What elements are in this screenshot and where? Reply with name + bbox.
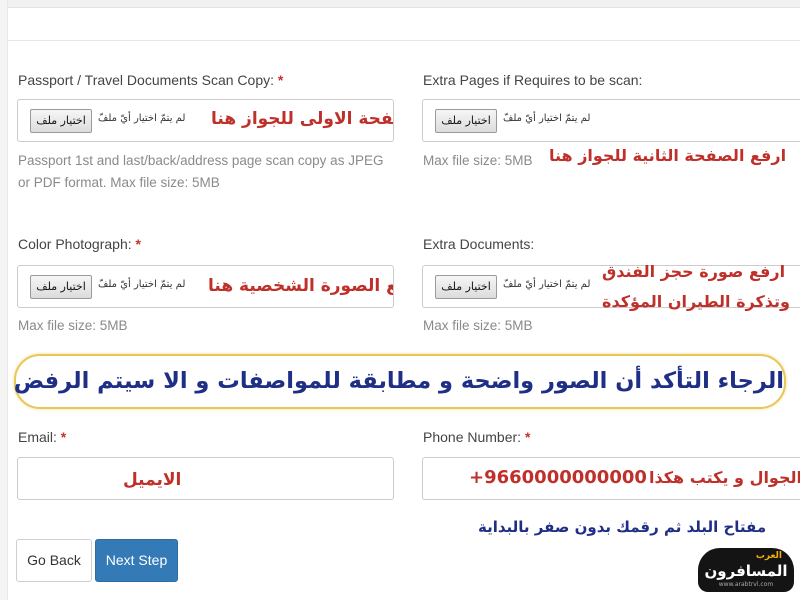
required-marker: * — [135, 236, 141, 252]
go-back-button[interactable]: Go Back — [16, 539, 92, 582]
extra-pages-no-file-text: لم يتمّ اختيار أيّ ملفّ — [503, 113, 591, 124]
phone-arabic-hint: مفتاح البلد ثم رقمك بدون صفر بالبداية — [478, 518, 767, 536]
extra-pages-label-text: Extra Pages if Requires to be scan: — [423, 72, 643, 88]
watermark-url-text: www.arabtrvl.com — [718, 581, 774, 588]
passport-help-text: Passport 1st and last/back/address page … — [18, 150, 383, 194]
passport-label: Passport / Travel Documents Scan Copy: * — [18, 72, 283, 88]
extra-docs-help-text: Max file size: 5MB — [423, 318, 533, 333]
passport-arabic-note: ارفع الصفحة الاولى للجواز هنا — [211, 109, 394, 129]
passport-help-line-2: or PDF format. Max file size: 5MB — [18, 175, 220, 190]
passport-file-input[interactable]: اختيار ملف لم يتمّ اختيار أيّ ملفّ ارفع … — [17, 99, 394, 142]
watermark-main-text: المسافرون — [704, 562, 788, 580]
extra-pages-help-text: Max file size: 5MB — [423, 153, 533, 168]
email-label-text: Email: — [18, 429, 57, 445]
photo-arabic-note: ارفع الصورة الشخصية هنا — [208, 276, 393, 296]
passport-choose-file-button[interactable]: اختيار ملف — [30, 109, 92, 133]
photo-help-text: Max file size: 5MB — [18, 318, 128, 333]
photo-file-input[interactable]: اختيار ملف لم يتمّ اختيار أيّ ملفّ ارفع … — [17, 265, 394, 308]
photo-label-text: Color Photograph: — [18, 236, 132, 252]
phone-example-number: +9660000000000 — [469, 467, 647, 488]
extra-docs-label-text: Extra Documents: — [423, 236, 535, 252]
phone-arabic-note: الجوال و يكتب هكذا — [649, 468, 800, 487]
extra-docs-choose-file-button[interactable]: اختيار ملف — [435, 275, 497, 299]
extra-docs-arabic-note-1: ارفع صورة حجز الفندق — [602, 262, 786, 281]
window-left-edge — [0, 0, 8, 600]
warning-banner-text: الرجاء التأكد أن الصور واضحة و مطابقة لل… — [13, 368, 784, 394]
photo-choose-file-button[interactable]: اختيار ملف — [30, 275, 92, 299]
site-watermark-logo: العرب المسافرون www.arabtrvl.com — [698, 548, 794, 592]
next-step-button[interactable]: Next Step — [95, 539, 178, 582]
extra-pages-choose-file-button[interactable]: اختيار ملف — [435, 109, 497, 133]
required-marker: * — [60, 429, 67, 445]
required-marker: * — [277, 72, 284, 88]
required-marker: * — [524, 429, 531, 445]
photo-label: Color Photograph: * — [18, 236, 141, 252]
extra-docs-arabic-note-2: وتذكرة الطيران المؤكدة — [602, 292, 790, 311]
passport-no-file-text: لم يتمّ اختيار أيّ ملفّ — [98, 113, 186, 124]
photo-no-file-text: لم يتمّ اختيار أيّ ملفّ — [98, 279, 186, 290]
extra-pages-file-input[interactable]: اختيار ملف لم يتمّ اختيار أيّ ملفّ — [422, 99, 800, 142]
warning-banner: الرجاء التأكد أن الصور واضحة و مطابقة لل… — [14, 354, 786, 409]
passport-label-text: Passport / Travel Documents Scan Copy: — [18, 72, 274, 88]
email-arabic-note: الايميل — [123, 470, 182, 490]
phone-number-field[interactable]: +9660000000000 الجوال و يكتب هكذا — [422, 457, 800, 500]
watermark-top-text: العرب — [755, 551, 782, 561]
email-label: Email: * — [18, 429, 66, 445]
phone-label-text: Phone Number: — [423, 429, 522, 445]
extra-pages-arabic-note: ارفع الصفحة الثانية للجواز هنا — [549, 146, 787, 165]
email-field[interactable]: الايميل — [17, 457, 394, 500]
window-top-edge — [0, 0, 800, 8]
extra-docs-no-file-text: لم يتمّ اختيار أيّ ملفّ — [503, 279, 591, 290]
section-divider — [8, 40, 800, 41]
phone-label: Phone Number: * — [423, 429, 530, 445]
extra-docs-label: Extra Documents: — [423, 236, 534, 252]
extra-pages-label: Extra Pages if Requires to be scan: — [423, 72, 642, 88]
passport-help-line-1: Passport 1st and last/back/address page … — [18, 153, 384, 168]
